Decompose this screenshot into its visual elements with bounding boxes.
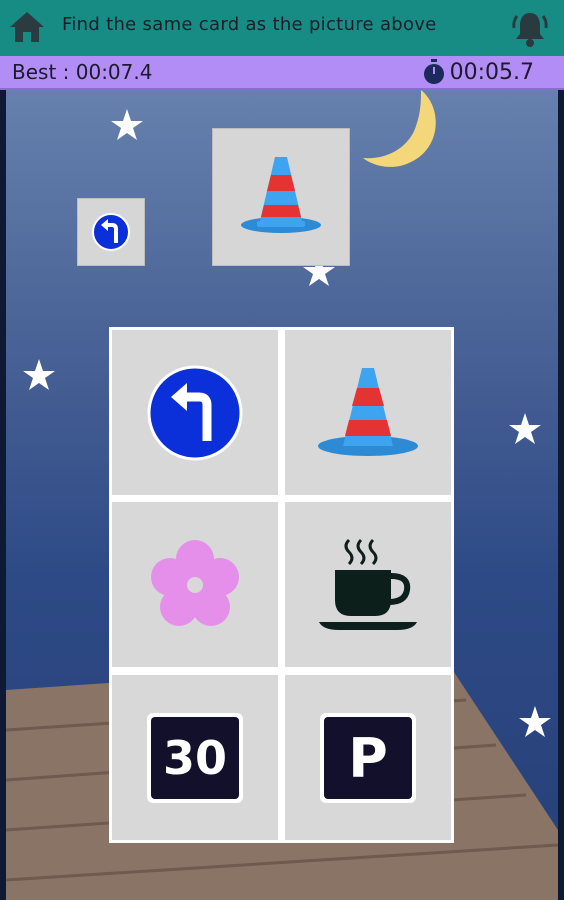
target-card-large xyxy=(212,128,350,266)
card-6[interactable]: P xyxy=(285,675,451,840)
speed-limit-value: 30 xyxy=(163,731,227,785)
star-icon xyxy=(23,359,55,390)
card-grid: 30 P xyxy=(109,327,454,843)
parking-letter: P xyxy=(348,727,388,790)
speed-limit-sign-icon: 30 xyxy=(147,712,243,803)
turn-left-sign-icon xyxy=(92,213,130,251)
parking-sign-icon: P xyxy=(320,712,416,803)
alarm-button[interactable] xyxy=(508,6,552,50)
traffic-cone-icon xyxy=(318,367,418,456)
card-3[interactable] xyxy=(112,502,278,667)
star-icon xyxy=(509,413,541,444)
target-card-small xyxy=(77,198,145,266)
current-time: 00:05.7 xyxy=(449,59,534,85)
top-bar: Find the same card as the picture above xyxy=(0,0,564,58)
best-time: Best : 00:07.4 xyxy=(12,60,153,84)
bell-icon xyxy=(512,13,548,47)
moon-icon xyxy=(363,90,436,167)
turn-left-sign-icon xyxy=(147,365,243,460)
flower-icon xyxy=(151,539,239,626)
home-icon xyxy=(10,12,44,42)
traffic-cone-icon xyxy=(241,157,321,233)
star-icon xyxy=(111,109,143,140)
timer-bar: Best : 00:07.4 00:05.7 xyxy=(0,56,564,90)
card-2[interactable] xyxy=(285,330,451,495)
instruction-title: Find the same card as the picture above xyxy=(62,14,437,35)
coffee-cup-icon xyxy=(319,538,417,630)
card-4[interactable] xyxy=(285,502,451,667)
home-button[interactable] xyxy=(6,6,48,48)
card-5[interactable]: 30 xyxy=(112,675,278,840)
stopwatch-icon xyxy=(423,59,444,84)
star-icon xyxy=(519,706,551,737)
current-timer: 00:05.7 xyxy=(422,59,534,85)
card-1[interactable] xyxy=(112,330,278,495)
